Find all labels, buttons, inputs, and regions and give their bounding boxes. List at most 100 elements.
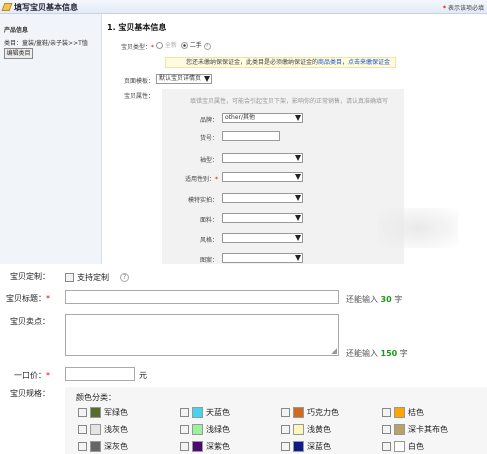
color-swatch	[192, 441, 203, 452]
resize-handle-icon[interactable]	[331, 348, 337, 354]
sidebar-product-info: 产品信息 类目：童装/童鞋/亲子装>>T恤 编辑类目	[0, 14, 102, 264]
attr-select[interactable]	[222, 153, 303, 163]
color-checkbox[interactable]	[281, 425, 290, 434]
color-swatch	[192, 424, 203, 435]
watermark	[378, 208, 458, 248]
attr-select[interactable]	[222, 193, 303, 203]
attr-label: 图案：	[199, 257, 218, 264]
price-label: 一口价：*	[14, 371, 50, 380]
attr-label: 模特实拍：	[187, 197, 218, 204]
category-link[interactable]: 商品类目	[318, 59, 342, 66]
color-option: 深蓝色	[281, 441, 331, 452]
color-checkbox[interactable]	[382, 408, 391, 417]
help-icon[interactable]: ?	[203, 43, 211, 50]
color-option: 深灰色	[78, 441, 128, 452]
dropdown-arrow-icon	[295, 195, 301, 201]
attr-select[interactable]	[222, 233, 303, 243]
color-option: 巧克力色	[281, 407, 339, 418]
color-option: 浅灰色	[78, 424, 128, 435]
color-name: 浅绿色	[206, 425, 230, 434]
deposit-notice: 您还未缴纳保保证金，此类目是必须缴纳保证金的商品类目，点击来缴保证金	[165, 57, 396, 68]
color-checkbox[interactable]	[382, 442, 391, 451]
spec-label: 宝贝规格：	[10, 389, 50, 398]
color-name: 浅灰色	[104, 425, 128, 434]
color-swatch	[90, 441, 101, 452]
color-swatch	[90, 424, 101, 435]
radio-used[interactable]	[180, 42, 188, 49]
pay-deposit-link[interactable]: 点击来缴保证金	[348, 59, 390, 66]
color-name: 深紫色	[206, 442, 230, 451]
color-checkbox[interactable]	[78, 442, 87, 451]
color-checkbox[interactable]	[281, 408, 290, 417]
color-swatch	[293, 441, 304, 452]
title-label: 宝贝标题：*	[6, 294, 50, 303]
template-select[interactable]: 默认宝贝详情页	[156, 74, 212, 84]
edit-category-button[interactable]: 编辑类目	[4, 48, 33, 59]
color-swatch	[394, 407, 405, 418]
price-input[interactable]	[65, 367, 135, 381]
attr-label: 面料：	[199, 217, 218, 224]
attr-label: 品牌：	[199, 117, 218, 124]
attr-select[interactable]: other/其他	[222, 113, 303, 123]
color-option: 军绿色	[78, 407, 128, 418]
color-option: 桔色	[382, 407, 424, 418]
color-swatch	[394, 441, 405, 452]
color-checkbox[interactable]	[78, 408, 87, 417]
radio-new[interactable]	[156, 42, 163, 49]
color-name: 深灰色	[104, 442, 128, 451]
selling-count-hint: 还能输入 150 字	[346, 349, 408, 358]
required-note: * 表示该项必填	[442, 5, 484, 12]
color-option: 浅绿色	[180, 424, 230, 435]
attr-label: 适用性别：*	[184, 176, 218, 183]
color-option: 深紫色	[180, 441, 230, 452]
selling-textarea[interactable]	[65, 314, 339, 356]
attr-label: 货号：	[199, 135, 218, 142]
color-swatch	[90, 407, 101, 418]
color-name: 深蓝色	[307, 442, 331, 451]
attr-input[interactable]	[222, 131, 280, 141]
dropdown-arrow-icon	[295, 215, 301, 221]
help-icon[interactable]: ?	[120, 273, 129, 282]
color-name: 白色	[408, 442, 424, 451]
section-title: 1. 宝贝基本信息	[107, 23, 167, 32]
color-option: 浅黄色	[281, 424, 331, 435]
dropdown-arrow-icon	[295, 235, 301, 241]
item-type-label: 宝贝类型：*	[120, 44, 154, 51]
color-checkbox[interactable]	[78, 425, 87, 434]
color-swatch	[293, 407, 304, 418]
color-name: 军绿色	[104, 408, 128, 417]
price-unit: 元	[139, 371, 147, 380]
color-category-label: 颜色分类：	[76, 393, 116, 402]
title-input[interactable]	[65, 290, 339, 304]
edit-pencil-icon	[1, 3, 13, 11]
attr-select[interactable]	[222, 253, 303, 263]
support-custom-checkbox[interactable]	[65, 273, 74, 282]
color-checkbox[interactable]	[180, 442, 189, 451]
dropdown-arrow-icon	[295, 174, 301, 180]
color-checkbox[interactable]	[180, 425, 189, 434]
custom-label: 宝贝定制：	[10, 272, 50, 281]
color-swatch	[394, 424, 405, 435]
attr-label: 风格：	[199, 237, 218, 244]
attr-select[interactable]	[222, 213, 303, 223]
dropdown-arrow-icon	[295, 115, 301, 121]
color-name: 浅黄色	[307, 425, 331, 434]
sidebar-heading: 产品信息	[4, 27, 29, 34]
attrs-label: 宝贝属性：	[123, 93, 154, 100]
color-checkbox[interactable]	[281, 442, 290, 451]
title-count-hint: 还能输入 30 字	[346, 295, 403, 304]
color-checkbox[interactable]	[180, 408, 189, 417]
dropdown-arrow-icon	[204, 76, 210, 82]
color-name: 深卡其布色	[408, 425, 448, 434]
attr-select[interactable]	[222, 172, 303, 182]
dropdown-arrow-icon	[295, 255, 301, 261]
color-name: 桔色	[408, 408, 424, 417]
selling-label: 宝贝卖点：	[10, 317, 50, 326]
color-option: 深卡其布色	[382, 424, 448, 435]
item-type-options: 全新 二手 ?	[156, 40, 211, 50]
color-checkbox[interactable]	[382, 425, 391, 434]
color-name: 天蓝色	[206, 408, 230, 417]
color-option: 白色	[382, 441, 424, 452]
sidebar-category: 类目：童装/童鞋/亲子装>>T恤	[4, 40, 88, 47]
header-title: 填写宝贝基本信息	[14, 3, 78, 12]
